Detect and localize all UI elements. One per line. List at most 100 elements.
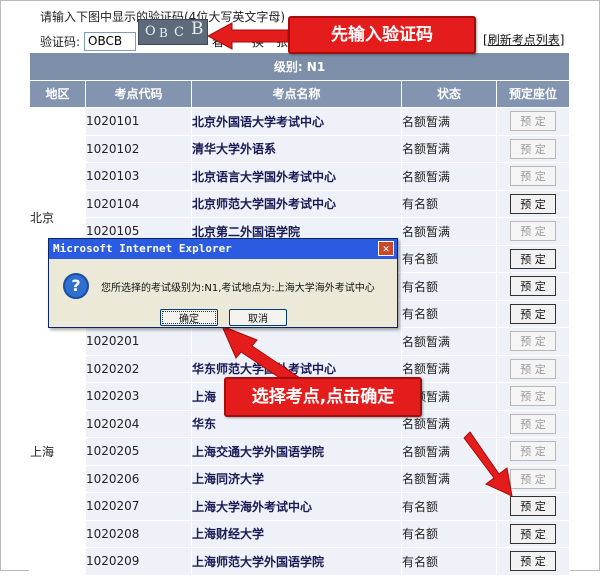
close-icon[interactable]: ✕ bbox=[378, 241, 394, 256]
site-code: 1020206 bbox=[85, 464, 192, 493]
seat-cell: 预 定 bbox=[495, 299, 571, 328]
book-seat-button[interactable]: 预 定 bbox=[510, 523, 557, 544]
book-seat-button: 预 定 bbox=[510, 468, 557, 489]
site-name bbox=[191, 327, 402, 356]
seat-cell: 预 定 bbox=[495, 327, 571, 356]
column-header: 地区 bbox=[29, 79, 86, 108]
captcha-char: B bbox=[159, 26, 168, 40]
book-seat-button[interactable]: 预 定 bbox=[510, 303, 557, 324]
site-code: 1020205 bbox=[85, 437, 192, 466]
table-row: 1020104 北京师范大学国外考试中心 有名额预 定 bbox=[30, 189, 571, 218]
site-code: 1020202 bbox=[85, 354, 192, 383]
captcha-char: O bbox=[145, 24, 156, 39]
site-status: 名额暂满 bbox=[401, 327, 497, 356]
seat-cell: 预 定 bbox=[495, 492, 571, 521]
seat-cell: 预 定 bbox=[495, 519, 571, 548]
captcha-input[interactable] bbox=[84, 31, 137, 51]
ok-button[interactable]: 确定 bbox=[160, 309, 218, 326]
callout-enter-captcha: 先输入验证码 bbox=[288, 16, 476, 54]
site-code: 1020102 bbox=[85, 134, 192, 163]
site-code: 1020207 bbox=[85, 492, 192, 521]
refresh-sites-link[interactable]: [刷新考点列表] bbox=[483, 31, 564, 48]
question-icon: ? bbox=[63, 273, 89, 299]
book-seat-button[interactable]: 预 定 bbox=[510, 276, 557, 297]
table-body: 北京 1020101 北京外国语大学考试中心 名额暂满预 定 1020102 清华大学外语… bbox=[29, 107, 571, 576]
change-captcha-fragment: 看 bbox=[212, 35, 225, 49]
site-name: 清华大学外语系 bbox=[191, 134, 402, 163]
book-seat-button: 预 定 bbox=[510, 386, 557, 407]
site-code: 1020203 bbox=[85, 382, 192, 411]
table-row: 1020208 上海财经大学 有名额预 定 bbox=[30, 519, 571, 548]
seat-cell: 预 定 bbox=[495, 162, 571, 191]
site-name: 北京师范大学国外考试中心 bbox=[191, 189, 402, 218]
site-status: 有名额 bbox=[401, 492, 497, 521]
site-code: 1020204 bbox=[85, 409, 192, 438]
site-name: 上海财经大学 bbox=[191, 519, 402, 548]
seat-cell: 预 定 bbox=[495, 409, 571, 438]
captcha-image: O B C B bbox=[138, 19, 208, 45]
column-header: 考点代码 bbox=[85, 79, 192, 108]
site-status: 名额暂满 bbox=[401, 464, 497, 493]
table-row: 北京 1020101 北京外国语大学考试中心 名额暂满预 定 bbox=[29, 107, 571, 328]
level-row: 级别: N1 bbox=[28, 52, 571, 81]
refresh-sites-label: 刷新考点列表 bbox=[487, 33, 560, 47]
column-header: 预定座位 bbox=[495, 79, 571, 108]
table-row: 1020103 北京语言大学国外考试中心 名额暂满预 定 bbox=[30, 162, 571, 191]
book-seat-button: 预 定 bbox=[510, 221, 557, 242]
site-code: 1020201 bbox=[85, 327, 192, 356]
seat-cell: 预 定 bbox=[495, 189, 571, 218]
site-status: 名额暂满 bbox=[401, 162, 497, 191]
site-status: 名额暂满 bbox=[401, 107, 497, 136]
level-label: 级别: N1 bbox=[28, 52, 571, 81]
book-seat-button[interactable]: 预 定 bbox=[510, 248, 557, 269]
site-status: 有名额 bbox=[401, 189, 497, 218]
region-cell: 上海 bbox=[29, 327, 86, 576]
site-status: 名额暂满 bbox=[401, 134, 497, 163]
callout-choose-site: 选择考点,点击确定 bbox=[224, 377, 422, 417]
site-code: 1020104 bbox=[85, 189, 192, 218]
book-seat-button: 预 定 bbox=[510, 331, 557, 352]
site-name: 北京语言大学国外考试中心 bbox=[191, 162, 402, 191]
site-status: 有名额 bbox=[401, 299, 497, 328]
cancel-button[interactable]: 取消 bbox=[229, 309, 287, 326]
book-seat-button[interactable]: 预 定 bbox=[510, 551, 557, 572]
seat-cell: 预 定 bbox=[495, 244, 571, 273]
table-row: 1020207 上海大学海外考试中心 有名额预 定 bbox=[30, 492, 571, 521]
table-row: 1020206 上海同济大学 名额暂满预 定 bbox=[30, 464, 571, 493]
table-row: 1020205 上海交通大学外国语学院 名额暂满预 定 bbox=[30, 437, 571, 466]
book-seat-button: 预 定 bbox=[510, 441, 557, 462]
dialog-message: 您所选择的考试级别为:N1,考试地点为:上海大学海外考试中心 bbox=[101, 283, 375, 294]
site-status: 有名额 bbox=[401, 519, 497, 548]
captcha-label: 验证码: bbox=[40, 34, 81, 49]
book-seat-button[interactable]: 预 定 bbox=[510, 193, 557, 214]
site-status: 名额暂满 bbox=[401, 437, 497, 466]
change-captcha-fragment-2: 换一张 bbox=[251, 35, 288, 49]
seat-cell: 预 定 bbox=[495, 382, 571, 411]
seat-cell: 预 定 bbox=[495, 464, 571, 493]
seat-cell: 预 定 bbox=[495, 134, 571, 163]
book-seat-button: 预 定 bbox=[510, 166, 557, 187]
site-name: 上海交通大学外国语学院 bbox=[191, 437, 402, 466]
seat-cell: 预 定 bbox=[495, 272, 571, 301]
column-header: 考点名称 bbox=[191, 79, 402, 108]
confirm-dialog: Microsoft Internet Explorer ✕ ? 您所选择的考试级… bbox=[48, 238, 398, 328]
captcha-char: C bbox=[174, 25, 184, 40]
book-seat-button: 预 定 bbox=[510, 358, 557, 379]
site-code: 1020101 bbox=[85, 107, 192, 136]
captcha-row: 验证码: bbox=[40, 31, 137, 51]
dialog-titlebar[interactable]: Microsoft Internet Explorer ✕ bbox=[49, 239, 397, 259]
site-status: 有名额 bbox=[401, 244, 497, 273]
book-seat-button: 预 定 bbox=[510, 413, 557, 434]
dialog-title: Microsoft Internet Explorer bbox=[53, 242, 232, 255]
bracket: ] bbox=[559, 33, 565, 47]
site-code: 1020103 bbox=[85, 162, 192, 191]
seat-cell: 预 定 bbox=[495, 354, 571, 383]
book-seat-button[interactable]: 预 定 bbox=[510, 496, 557, 517]
book-seat-button: 预 定 bbox=[510, 138, 557, 159]
site-status: 有名额 bbox=[401, 272, 497, 301]
site-code: 1020208 bbox=[85, 519, 192, 548]
table-row: 1020102 清华大学外语系 名额暂满预 定 bbox=[30, 134, 571, 163]
site-name: 上海同济大学 bbox=[191, 464, 402, 493]
site-name: 北京外国语大学考试中心 bbox=[191, 107, 402, 136]
change-captcha-link[interactable]: 看 换一张 bbox=[212, 33, 288, 50]
